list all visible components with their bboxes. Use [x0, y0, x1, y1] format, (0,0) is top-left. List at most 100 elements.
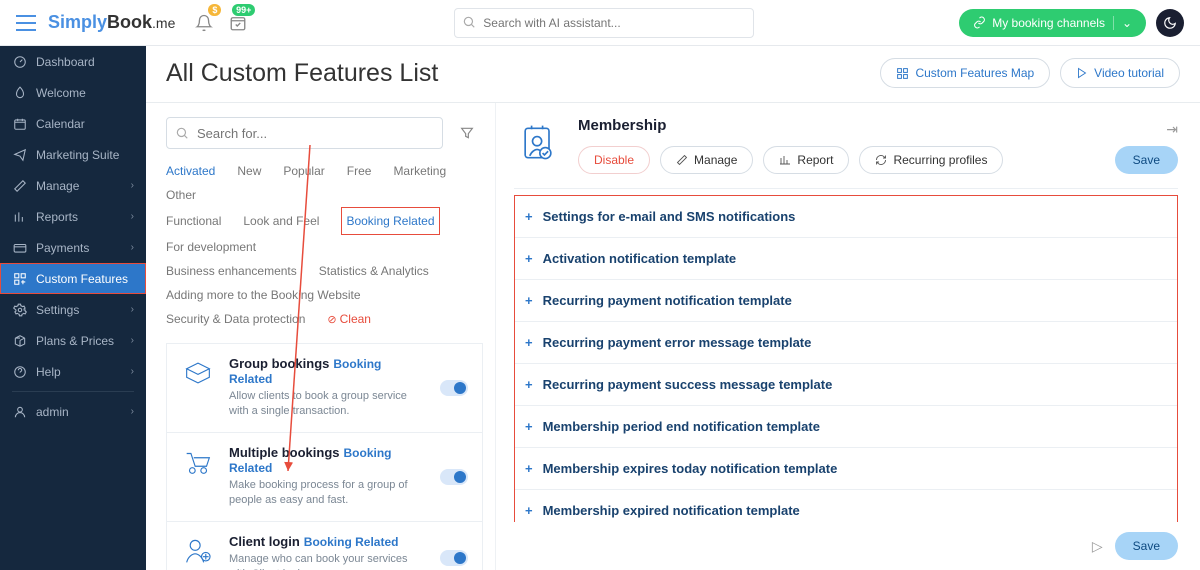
chevron-right-icon: ›	[131, 406, 134, 417]
video-tutorial-button[interactable]: Video tutorial	[1060, 58, 1180, 88]
tag-popular[interactable]: Popular	[283, 159, 324, 183]
feature-card-group-bookings[interactable]: Group bookingsBooking RelatedAllow clien…	[166, 344, 483, 433]
logo[interactable]: SimplyBook.me	[48, 12, 175, 33]
menu-toggle[interactable]	[16, 15, 36, 31]
plus-icon: +	[525, 461, 533, 476]
sidebar-item-payments[interactable]: Payments›	[0, 232, 146, 263]
sidebar-icon	[12, 333, 27, 348]
feature-card-multiple-bookings[interactable]: Multiple bookingsBooking RelatedMake boo…	[166, 433, 483, 522]
feature-detail-pane: ⇥ Membership Disable Manage	[496, 103, 1200, 570]
feature-toggle[interactable]	[440, 550, 468, 566]
sidebar-item-marketing-suite[interactable]: Marketing Suite	[0, 139, 146, 170]
sidebar-item-settings[interactable]: Settings›	[0, 294, 146, 325]
calendar-check-icon[interactable]: 99+	[227, 12, 249, 34]
sidebar-item-welcome[interactable]: Welcome	[0, 77, 146, 108]
global-search-input[interactable]	[454, 8, 754, 38]
manage-button[interactable]: Manage	[660, 146, 753, 174]
sidebar-icon	[12, 302, 27, 317]
sidebar-item-help[interactable]: Help›	[0, 356, 146, 387]
tag-other[interactable]: Other	[166, 183, 196, 207]
sidebar-icon	[12, 116, 27, 131]
feature-icon	[181, 356, 215, 390]
plus-icon: +	[525, 251, 533, 266]
plus-icon: +	[525, 503, 533, 518]
detail-row[interactable]: +Recurring payment success message templ…	[515, 364, 1177, 406]
tag-filters: Activated New Popular Free Marketing Other Fu…	[166, 159, 483, 331]
custom-features-map-button[interactable]: Custom Features Map	[880, 58, 1050, 88]
tag-marketing[interactable]: Marketing	[393, 159, 446, 183]
tag-look-and-feel[interactable]: Look and Feel	[243, 209, 319, 233]
feature-toggle[interactable]	[440, 380, 468, 396]
tag-free[interactable]: Free	[347, 159, 372, 183]
tag-security-data-protection[interactable]: Security & Data protection	[166, 307, 305, 331]
tag-adding-more-to-the-booking-website[interactable]: Adding more to the Booking Website	[166, 283, 361, 307]
tag-new[interactable]: New	[237, 159, 261, 183]
top-bar: SimplyBook.me $ 99+ My booking channels …	[0, 0, 1200, 46]
sidebar-item-calendar[interactable]: Calendar	[0, 108, 146, 139]
tag-clean[interactable]: Clean	[327, 307, 371, 331]
theme-toggle[interactable]	[1156, 9, 1184, 37]
chevron-right-icon: ›	[131, 335, 134, 346]
detail-row[interactable]: +Settings for e-mail and SMS notificatio…	[515, 196, 1177, 238]
bell-badge: $	[208, 4, 221, 16]
disable-button[interactable]: Disable	[578, 146, 650, 174]
tag-activated[interactable]: Activated	[166, 159, 215, 183]
sidebar-item-custom-features[interactable]: Custom Features	[0, 263, 146, 294]
save-button-bottom[interactable]: Save	[1115, 532, 1178, 560]
sidebar-icon	[12, 364, 27, 379]
user-icon	[12, 404, 27, 419]
sidebar-item-dashboard[interactable]: Dashboard	[0, 46, 146, 77]
sidebar-item-manage[interactable]: Manage›	[0, 170, 146, 201]
plus-icon: +	[525, 293, 533, 308]
detail-row[interactable]: +Membership expired notification templat…	[515, 490, 1177, 522]
plus-icon: +	[525, 209, 533, 224]
bell-icon[interactable]: $	[193, 12, 215, 34]
feature-card-client-login[interactable]: Client loginBooking RelatedManage who ca…	[166, 522, 483, 570]
feature-icon	[181, 445, 215, 479]
detail-row[interactable]: +Activation notification template	[515, 238, 1177, 280]
tag-business-enhancements[interactable]: Business enhancements	[166, 259, 297, 283]
chevron-right-icon: ›	[131, 180, 134, 191]
plus-icon: +	[525, 335, 533, 350]
sidebar-item-plans-prices[interactable]: Plans & Prices›	[0, 325, 146, 356]
main: All Custom Features List Custom Features…	[146, 46, 1200, 570]
tag-statistics-analytics[interactable]: Statistics & Analytics	[319, 259, 429, 283]
chevron-right-icon: ›	[131, 211, 134, 222]
sidebar-icon	[12, 85, 27, 100]
save-button-top[interactable]: Save	[1115, 146, 1178, 174]
sidebar-icon	[12, 240, 27, 255]
feature-list-pane: Activated New Popular Free Marketing Other Fu…	[146, 103, 496, 570]
page-title: All Custom Features List	[166, 59, 438, 88]
chevron-right-icon: ›	[131, 242, 134, 253]
feature-tag[interactable]: Booking Related	[304, 535, 399, 549]
detail-row[interactable]: +Recurring payment notification template	[515, 280, 1177, 322]
chevron-down-icon: ⌄	[1113, 16, 1132, 30]
report-button[interactable]: Report	[763, 146, 849, 174]
sidebar-icon	[12, 178, 27, 193]
sidebar-item-reports[interactable]: Reports›	[0, 201, 146, 232]
tag-functional[interactable]: Functional	[166, 209, 221, 233]
recurring-profiles-button[interactable]: Recurring profiles	[859, 146, 1003, 174]
next-arrow[interactable]: ▷	[1092, 538, 1103, 555]
sidebar-item-admin[interactable]: admin ›	[0, 396, 146, 427]
expand-icon[interactable]: ⇥	[1166, 121, 1178, 138]
booking-channels-button[interactable]: My booking channels ⌄	[959, 9, 1146, 37]
feature-toggle[interactable]	[440, 469, 468, 485]
tag-booking-related[interactable]: Booking Related	[341, 207, 439, 235]
detail-row[interactable]: +Recurring payment error message templat…	[515, 322, 1177, 364]
sidebar-icon	[12, 209, 27, 224]
detail-row[interactable]: +Membership period end notification temp…	[515, 406, 1177, 448]
chevron-right-icon: ›	[131, 304, 134, 315]
detail-title: Membership	[578, 117, 1178, 134]
feature-icon	[181, 534, 215, 568]
sidebar-icon	[12, 54, 27, 69]
sidebar-icon	[12, 271, 27, 286]
feature-search-input[interactable]	[166, 117, 443, 149]
detail-row[interactable]: +Membership expires today notification t…	[515, 448, 1177, 490]
tag-for-development[interactable]: For development	[166, 235, 256, 259]
membership-icon	[514, 119, 562, 167]
plus-icon: +	[525, 419, 533, 434]
chevron-right-icon: ›	[131, 366, 134, 377]
sidebar: DashboardWelcomeCalendarMarketing SuiteM…	[0, 46, 146, 570]
filter-button[interactable]	[451, 117, 483, 149]
